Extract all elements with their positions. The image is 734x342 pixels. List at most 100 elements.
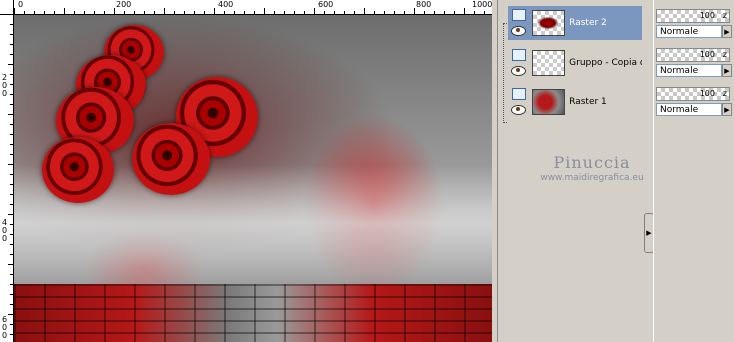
ruler-tick	[314, 8, 315, 14]
opacity-value: 100	[699, 89, 715, 98]
ruler-tick	[10, 194, 13, 195]
stepper-icon[interactable]: z	[723, 10, 727, 22]
layer-name: Raster 2	[569, 18, 607, 28]
ruler-left-label: 600	[1, 315, 8, 340]
ruler-tick	[254, 11, 255, 14]
ruler-tick	[10, 334, 13, 335]
opacity-value: 100	[699, 50, 715, 59]
watermark: Pinuccia www.maidiregrafica.eu	[532, 153, 652, 183]
ruler-tick	[10, 304, 13, 305]
ruler-tick	[84, 11, 85, 14]
ruler-tick	[8, 214, 13, 215]
layer-properties: 100 z Normale ▶ 100 z Normale ▶ 100 z No…	[653, 0, 734, 342]
ruler-tick	[114, 8, 115, 14]
ruler-tick	[10, 104, 13, 105]
layer-props-gruppo-copia: 100 z Normale ▶	[656, 47, 734, 81]
layer-icons	[508, 6, 528, 40]
ruler-tick	[94, 11, 95, 14]
ruler-tick	[154, 11, 155, 14]
ruler-tick	[10, 34, 13, 35]
eye-icon[interactable]	[511, 66, 526, 76]
ruler-top-label: 800	[416, 0, 432, 9]
ruler-tick	[434, 11, 435, 14]
ruler-tick	[10, 24, 13, 25]
rose	[42, 137, 114, 203]
ruler-tick	[10, 74, 13, 75]
stepper-icon[interactable]: z	[723, 49, 727, 61]
ruler-tick	[404, 11, 405, 14]
ruler-tick	[10, 84, 13, 85]
opacity-slider[interactable]: 100 z	[656, 48, 730, 62]
ruler-tick	[234, 11, 235, 14]
ruler-corner	[0, 0, 14, 15]
ruler-tick	[244, 11, 245, 14]
ruler-tick	[24, 11, 25, 14]
ruler-tick	[10, 144, 13, 145]
ruler-tick	[10, 284, 13, 285]
eye-icon[interactable]	[511, 26, 526, 36]
ruler-top-label: 600	[318, 0, 334, 9]
ruler-tick	[34, 11, 35, 14]
stepper-icon[interactable]: z	[723, 88, 727, 100]
layer-thumbnail	[531, 89, 566, 115]
layer-row-gruppo-copia[interactable]: Gruppo - Copia di	[508, 46, 642, 80]
watermark-name: Pinuccia	[553, 153, 631, 172]
ruler-tick	[334, 11, 335, 14]
ruler-tick	[144, 11, 145, 14]
watermark-url: www.maidiregrafica.eu	[540, 173, 644, 183]
group-tree-bracket	[503, 23, 507, 123]
triangle-right-icon[interactable]: ▶	[722, 64, 732, 77]
ruler-tick	[10, 94, 13, 95]
ruler-tick	[8, 114, 13, 115]
ruler-top-label: 1000	[472, 0, 492, 9]
ruler-tick	[304, 11, 305, 14]
blend-mode-select[interactable]: Normale	[656, 103, 722, 116]
triangle-right-icon[interactable]: ▶	[722, 25, 732, 38]
ruler-tick	[10, 204, 13, 205]
triangle-right-icon[interactable]: ▶	[722, 103, 732, 116]
ruler-tick	[10, 294, 13, 295]
ruler-tick	[10, 174, 13, 175]
ruler-tick	[274, 11, 275, 14]
ruler-tick	[10, 274, 13, 275]
canvas-floor	[14, 284, 492, 342]
layer-name: Gruppo - Copia di	[569, 58, 642, 68]
ruler-left-label: 200	[1, 73, 8, 98]
ruler-tick	[394, 11, 395, 14]
ruler-tick	[134, 11, 135, 14]
ruler-tick	[414, 8, 415, 14]
image-canvas[interactable]	[14, 15, 492, 342]
ruler-tick	[10, 44, 13, 45]
ruler-tick	[174, 11, 175, 14]
ruler-tick	[74, 11, 75, 14]
ruler-tick	[384, 11, 385, 14]
ruler-tick	[10, 124, 13, 125]
ruler-tick	[8, 264, 13, 265]
layer-icons	[508, 85, 528, 119]
blend-mode-select[interactable]: Normale	[656, 25, 722, 38]
layer-row-raster-2[interactable]: Raster 2	[508, 6, 642, 40]
layer-thumbnail	[531, 50, 566, 76]
ruler-tick	[8, 164, 13, 165]
ruler-tick	[264, 8, 265, 14]
ruler-tick	[454, 11, 455, 14]
ruler-tick	[294, 11, 295, 14]
ruler-top: 0 200 400 600 800 1000	[0, 0, 492, 15]
ruler-tick	[10, 244, 13, 245]
rose	[132, 123, 210, 195]
blend-mode-select[interactable]: Normale	[656, 64, 722, 77]
layer-row-raster-1[interactable]: Raster 1	[508, 85, 642, 119]
eye-icon[interactable]	[511, 105, 526, 115]
ruler-tick	[104, 11, 105, 14]
ruler-tick	[8, 314, 13, 315]
opacity-slider[interactable]: 100 z	[656, 9, 730, 23]
ruler-tick	[424, 11, 425, 14]
ruler-tick	[10, 134, 13, 135]
ruler-tick	[14, 8, 15, 14]
triangle-right-icon: ▶	[646, 229, 652, 237]
opacity-value: 100	[699, 11, 715, 20]
ruler-tick	[164, 8, 165, 14]
raster-layer-icon	[512, 49, 526, 61]
opacity-slider[interactable]: 100 z	[656, 87, 730, 101]
ruler-tick	[344, 11, 345, 14]
